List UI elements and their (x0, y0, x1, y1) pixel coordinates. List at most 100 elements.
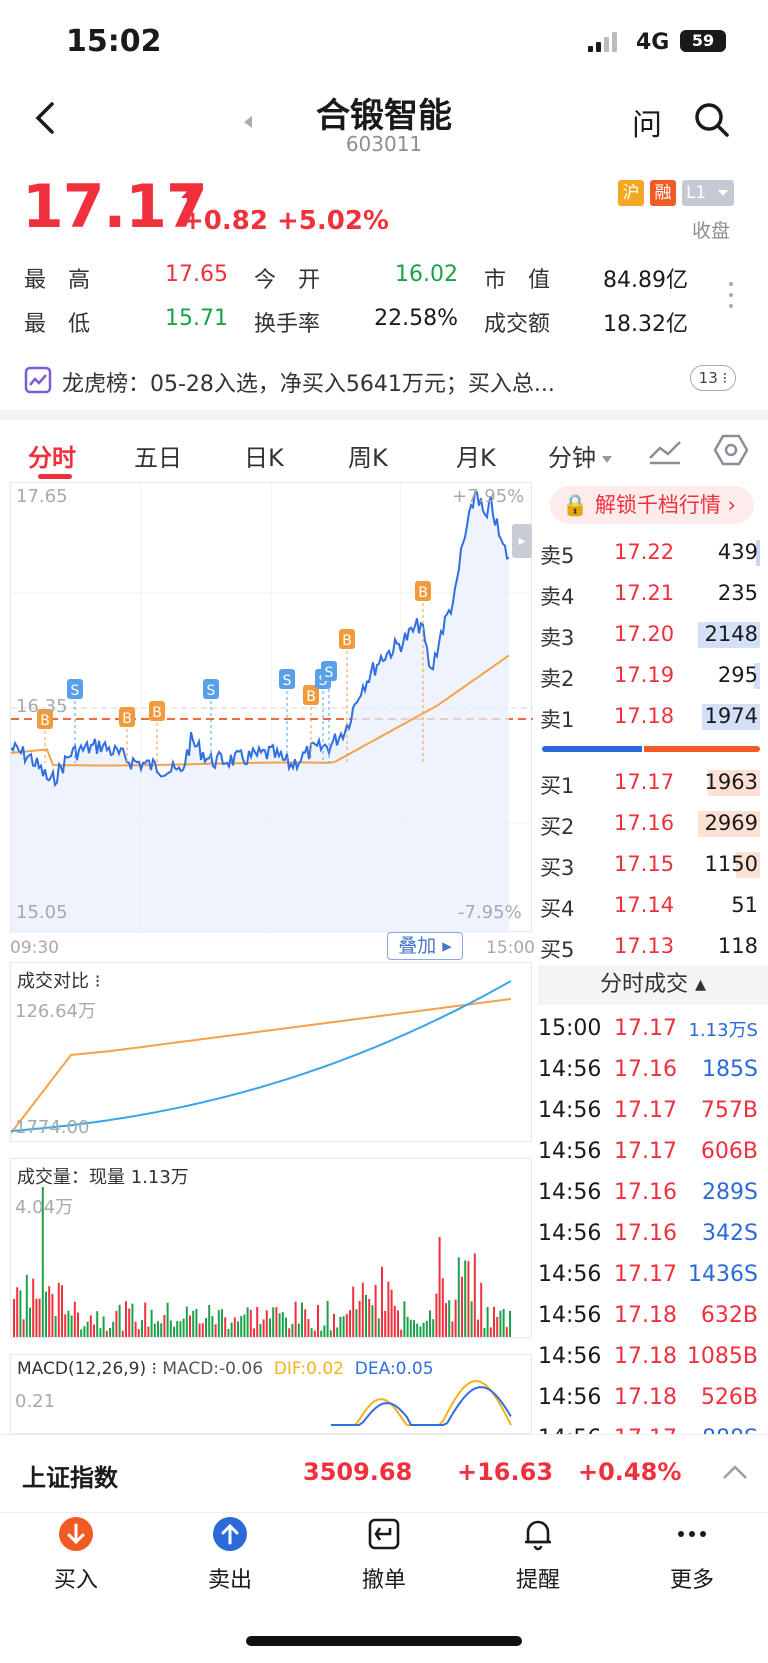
indicator-icon[interactable] (648, 436, 682, 470)
volume-bar (182, 1318, 185, 1337)
tab-5day[interactable]: 五日 (134, 438, 182, 473)
index-pct: +0.48% (578, 1458, 682, 1486)
intraday-chart[interactable]: BSBBSSBSSBB (10, 482, 533, 933)
bid1-label: 买1 (540, 774, 575, 798)
settings-icon[interactable] (713, 434, 749, 470)
ask3-volume: 2148 (704, 622, 758, 646)
chevron-up-icon[interactable] (722, 1464, 748, 1484)
longhubang-count[interactable]: 13 ⁝ (690, 365, 736, 391)
time-end: 15:00 (486, 938, 535, 958)
market-state: 收盘 (692, 220, 731, 242)
status-time: 15:02 (66, 24, 162, 59)
volume-bar (86, 1321, 89, 1337)
volume-bar (425, 1320, 428, 1337)
tab-daily-k[interactable]: 日K (244, 438, 284, 473)
alert-button[interactable]: 提醒 (488, 1514, 588, 1594)
volume-bar (451, 1321, 454, 1337)
chart-mid-price: 16.35 (16, 696, 68, 717)
volume-panel[interactable]: 成交量：现量 1.13万 4.04万 (10, 1158, 532, 1338)
more-vertical-icon[interactable] (728, 280, 734, 310)
volume-bar (502, 1309, 505, 1337)
volume-bar (374, 1284, 377, 1337)
ask1-volume: 1974 (704, 704, 758, 728)
volume-bar (384, 1310, 387, 1337)
buy-button[interactable]: 买入 (26, 1514, 126, 1594)
mktcap-label: 市 值 (484, 268, 551, 293)
volume-bar (147, 1326, 150, 1337)
volume-bar (406, 1316, 409, 1337)
macd-title: MACD(12,26,9) ⁝ MACD:-0.06 DIF:0.02 DEA:… (17, 1359, 434, 1379)
volume-bar (166, 1302, 169, 1337)
tag-l1[interactable]: L1 (682, 180, 734, 206)
current-price: 17.17 (22, 172, 208, 242)
search-button[interactable] (692, 100, 732, 140)
ask1-price: 17.18 (614, 704, 675, 728)
volume-bar (195, 1308, 198, 1337)
ask5-price: 17.22 (614, 540, 675, 564)
volume-bar (134, 1321, 137, 1337)
volume-bar (102, 1316, 105, 1337)
volume-bar (16, 1287, 19, 1337)
chart-bottom-pct: -7.95% (458, 902, 522, 923)
tab-monthly-k[interactable]: 月K (456, 438, 496, 473)
index-change: +16.63 (457, 1458, 554, 1486)
more-button[interactable]: 更多 (642, 1514, 742, 1594)
volume-bar (198, 1323, 201, 1337)
section-divider (0, 410, 768, 420)
marker-label: S (283, 673, 292, 689)
volume-bar (153, 1323, 156, 1337)
more-horizontal-icon (678, 1531, 706, 1537)
volume-bar (445, 1303, 447, 1337)
macd-panel[interactable]: MACD(12,26,9) ⁝ MACD:-0.06 DIF:0.02 DEA:… (10, 1354, 532, 1434)
trades-header[interactable]: 分时成交 ▴ (538, 965, 768, 1005)
volume-bar (438, 1237, 441, 1337)
trade-time: 14:56 (538, 1262, 602, 1287)
cancel-order-button[interactable]: 撤单 (334, 1514, 434, 1594)
expand-handle[interactable]: ▸ (512, 524, 532, 558)
ask3-label: 卖3 (540, 626, 575, 650)
overlay-button[interactable]: 叠加 ▸ (387, 932, 463, 960)
volume-compare-panel[interactable]: 成交对比 ⁝ 126.64万 1774.00 (10, 962, 532, 1142)
volume-bar (19, 1290, 22, 1337)
ask2-label: 卖2 (540, 667, 575, 691)
volume-compare-bottom: 1774.00 (15, 1117, 90, 1138)
volume-bar (253, 1328, 255, 1337)
turnover-label: 换手率 (254, 312, 321, 337)
index-name: 上证指数 (22, 1464, 118, 1492)
volume-bar (160, 1323, 163, 1337)
tab-weekly-k[interactable]: 周K (348, 438, 388, 473)
sell-button[interactable]: 卖出 (180, 1514, 280, 1594)
volume-bar (387, 1281, 390, 1337)
arrow-up-circle-icon (213, 1517, 247, 1551)
volume-bar (441, 1278, 444, 1337)
volume-bar (275, 1307, 278, 1337)
volume-bar (281, 1312, 284, 1337)
volume-bar (29, 1307, 31, 1337)
arrow-down-circle-icon (59, 1517, 93, 1551)
bid4-price: 17.14 (614, 893, 675, 917)
tab-minute[interactable]: 分钟 (548, 438, 612, 473)
volume-bar (109, 1328, 111, 1337)
chart-icon (24, 366, 52, 398)
ask4-price: 17.21 (614, 581, 675, 605)
ask-button[interactable]: 问 (632, 100, 662, 144)
volume-bar (457, 1257, 460, 1337)
volume-bar (208, 1305, 211, 1337)
trade-time: 15:00 (538, 1016, 602, 1041)
volume-bar (240, 1316, 243, 1337)
volume-bar (137, 1329, 140, 1337)
volume-bar (326, 1301, 329, 1337)
volume-bar (323, 1325, 326, 1337)
sell-label: 卖出 (207, 1568, 252, 1593)
unlock-depth-button[interactable]: 🔒 解锁千档行情 › (550, 486, 754, 524)
tab-intraday[interactable]: 分时 (28, 438, 76, 473)
volume-bar (365, 1295, 367, 1337)
high-label: 最 高 (24, 268, 91, 293)
volume-bar (214, 1324, 217, 1337)
volume-bar (13, 1299, 15, 1337)
volume-bar (297, 1323, 300, 1337)
volume-bar (227, 1329, 230, 1337)
volume-bar (89, 1315, 92, 1337)
trade-time: 14:56 (538, 1057, 602, 1082)
volume-bar (176, 1321, 179, 1337)
